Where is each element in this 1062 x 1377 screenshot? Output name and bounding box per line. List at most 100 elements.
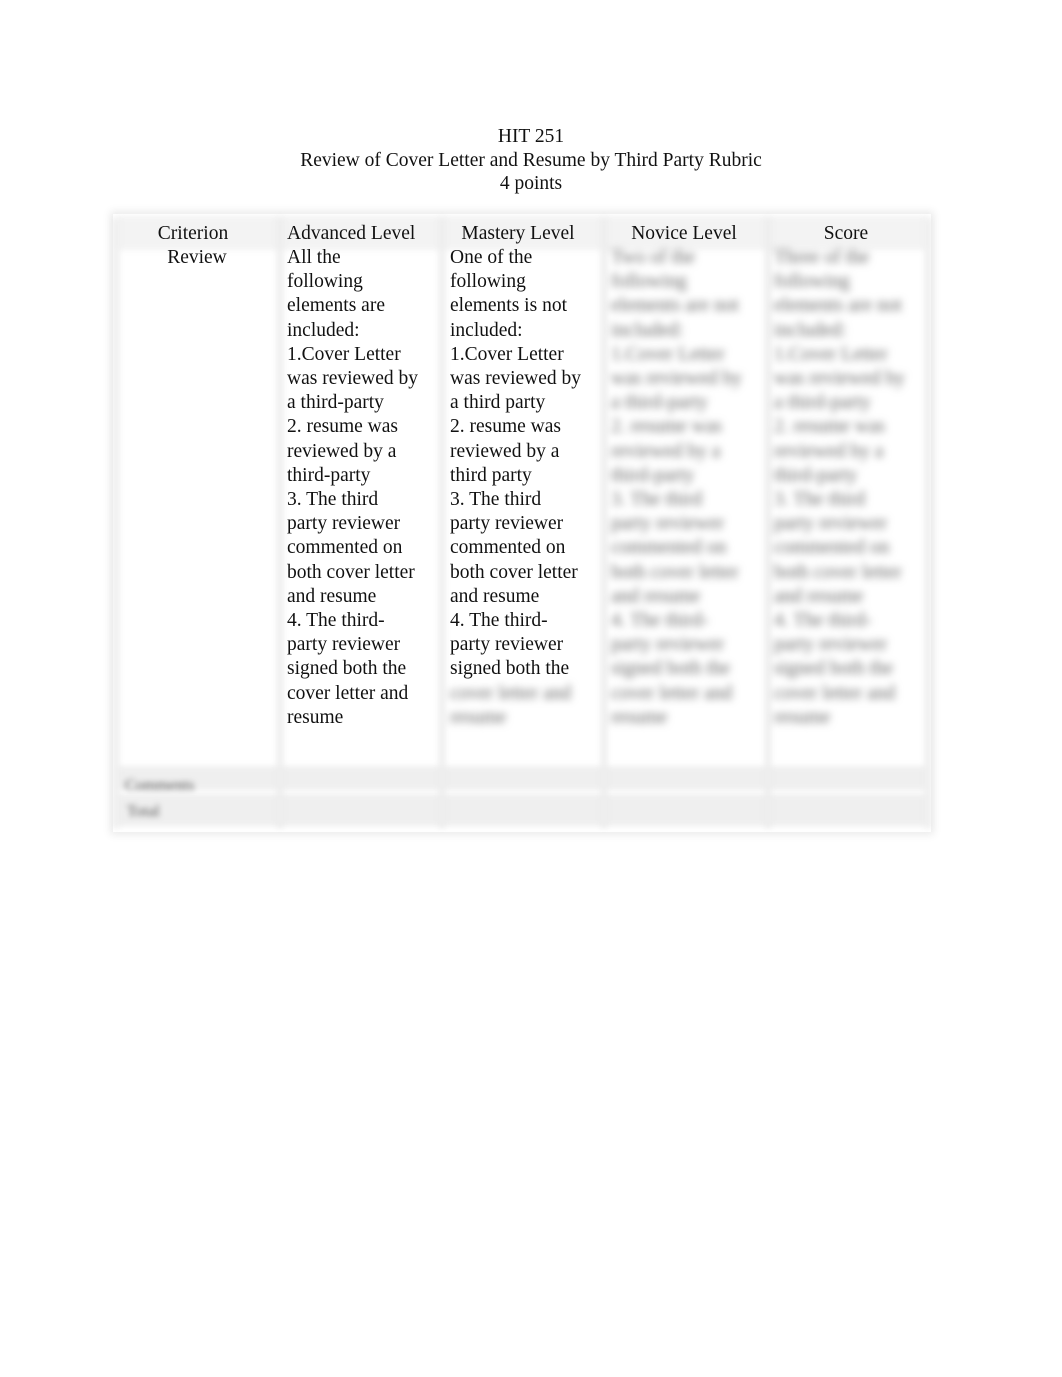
criterion-name: Review	[167, 247, 227, 268]
description-line: and resume	[450, 585, 540, 607]
mastery-visible-text: One of the following elements is not includ…	[450, 246, 600, 682]
header-criterion: Criterion	[157, 223, 229, 244]
description-line: cover letter and	[450, 682, 572, 704]
description-line: One of the	[450, 247, 533, 268]
description-line: following	[774, 271, 850, 293]
description-line: and resume	[287, 585, 377, 607]
mastery-blurred-text: cover letter and resume	[450, 682, 600, 730]
column-border	[765, 218, 771, 828]
description-line: 2. resume was	[287, 416, 399, 438]
description-line: was reviewed by	[611, 368, 743, 390]
description-line: cover letter and	[774, 682, 896, 704]
comments-row-band	[117, 766, 927, 790]
description-line: reviewed by a	[287, 440, 397, 462]
description-line: party reviewer	[450, 634, 564, 656]
description-line: 1.Cover Letter	[450, 343, 564, 365]
novice-level-description: Two of the following elements are not inclu…	[611, 246, 761, 730]
column-border	[439, 218, 445, 828]
description-line: resume	[287, 706, 344, 728]
description-line: resume	[450, 706, 507, 728]
description-line: was reviewed by	[287, 368, 419, 390]
description-line: party reviewer	[450, 513, 564, 535]
mastery-level-description: One of the following elements is not includ…	[450, 246, 600, 730]
description-line: party reviewer	[287, 513, 401, 535]
description-line: elements is not	[450, 295, 567, 317]
description-line: All the	[287, 247, 341, 268]
description-line: reviewed by a	[611, 440, 721, 462]
description-line: 3. The third	[450, 489, 542, 511]
description-line: 1.Cover Letter	[611, 343, 725, 365]
description-line: third-party	[287, 464, 371, 486]
description-line: party reviewer	[774, 634, 888, 656]
description-line: 1.Cover Letter	[287, 343, 401, 365]
description-line: 4. The third-	[611, 610, 709, 632]
description-line: included:	[450, 319, 523, 341]
column-border	[925, 218, 931, 828]
comments-row-label: Comments	[125, 777, 195, 794]
description-line: Two of the	[611, 247, 696, 268]
description-line: both cover letter	[287, 561, 415, 583]
description-line: resume	[611, 706, 668, 728]
description-line: cover letter and	[611, 682, 733, 704]
description-line: elements are	[287, 295, 385, 317]
description-line: third-party	[774, 464, 858, 486]
description-line: a third-party	[611, 392, 708, 414]
description-line: reviewed by a	[450, 440, 560, 462]
document-title: Review of Cover Letter and Resume by Thi…	[300, 149, 762, 171]
description-line: commented on	[287, 537, 403, 559]
description-line: third-party	[611, 464, 695, 486]
description-line: elements are not	[774, 295, 902, 317]
description-line: was reviewed by	[450, 368, 582, 390]
description-line: was reviewed by	[774, 368, 906, 390]
column-border	[601, 218, 607, 828]
description-line: both cover letter	[450, 561, 578, 583]
points-total: 4 points	[499, 173, 563, 194]
description-line: party reviewer	[287, 634, 401, 656]
column-border	[113, 218, 119, 828]
description-line: 3. The third	[611, 489, 703, 511]
description-line: 4. The third-	[450, 610, 548, 632]
total-row-label: Total	[127, 803, 160, 820]
description-line: following	[450, 271, 526, 293]
description-line: included:	[287, 319, 360, 341]
description-line: a third-party	[287, 392, 384, 414]
description-line: party reviewer	[611, 513, 725, 535]
description-line: cover letter and	[287, 682, 409, 704]
description-line: reviewed by a	[774, 440, 884, 462]
header-score: Score	[823, 223, 869, 244]
description-line: 3. The third	[774, 489, 866, 511]
description-line: 1.Cover Letter	[774, 343, 888, 365]
score-description: Three of the following elements are not inc…	[774, 246, 924, 730]
description-line: a third party	[450, 392, 546, 414]
column-border	[277, 218, 283, 828]
header-advanced-level: Advanced Level	[287, 223, 416, 244]
description-line: signed both the	[287, 658, 407, 680]
description-line: resume	[774, 706, 831, 728]
description-line: party reviewer	[774, 513, 888, 535]
rubric-table: Criterion Advanced Level Mastery Level N…	[113, 214, 931, 832]
description-line: third party	[450, 464, 532, 486]
description-line: a third-party	[774, 392, 871, 414]
description-line: 3. The third	[287, 489, 379, 511]
description-line: elements are not	[611, 295, 739, 317]
description-line: included:	[774, 319, 847, 341]
description-line: both cover letter	[774, 561, 902, 583]
description-line: party reviewer	[611, 634, 725, 656]
total-row-band	[117, 794, 927, 826]
description-line: 4. The third-	[774, 610, 872, 632]
description-line: 2. resume was	[774, 416, 886, 438]
description-line: following	[287, 271, 363, 293]
description-line: 4. The third-	[287, 610, 385, 632]
course-code: HIT 251	[497, 126, 565, 147]
description-line: commented on	[774, 537, 890, 559]
description-line: and resume	[774, 585, 864, 607]
description-line: and resume	[611, 585, 701, 607]
document-header: HIT 251 Review of Cover Letter and Resum…	[0, 125, 1062, 196]
description-line: both cover letter	[611, 561, 739, 583]
header-mastery-level: Mastery Level	[461, 223, 575, 244]
description-line: commented on	[450, 537, 566, 559]
description-line: commented on	[611, 537, 727, 559]
description-line: signed both the	[450, 658, 570, 680]
description-line: Three of the	[774, 247, 870, 268]
description-line: signed both the	[774, 658, 894, 680]
